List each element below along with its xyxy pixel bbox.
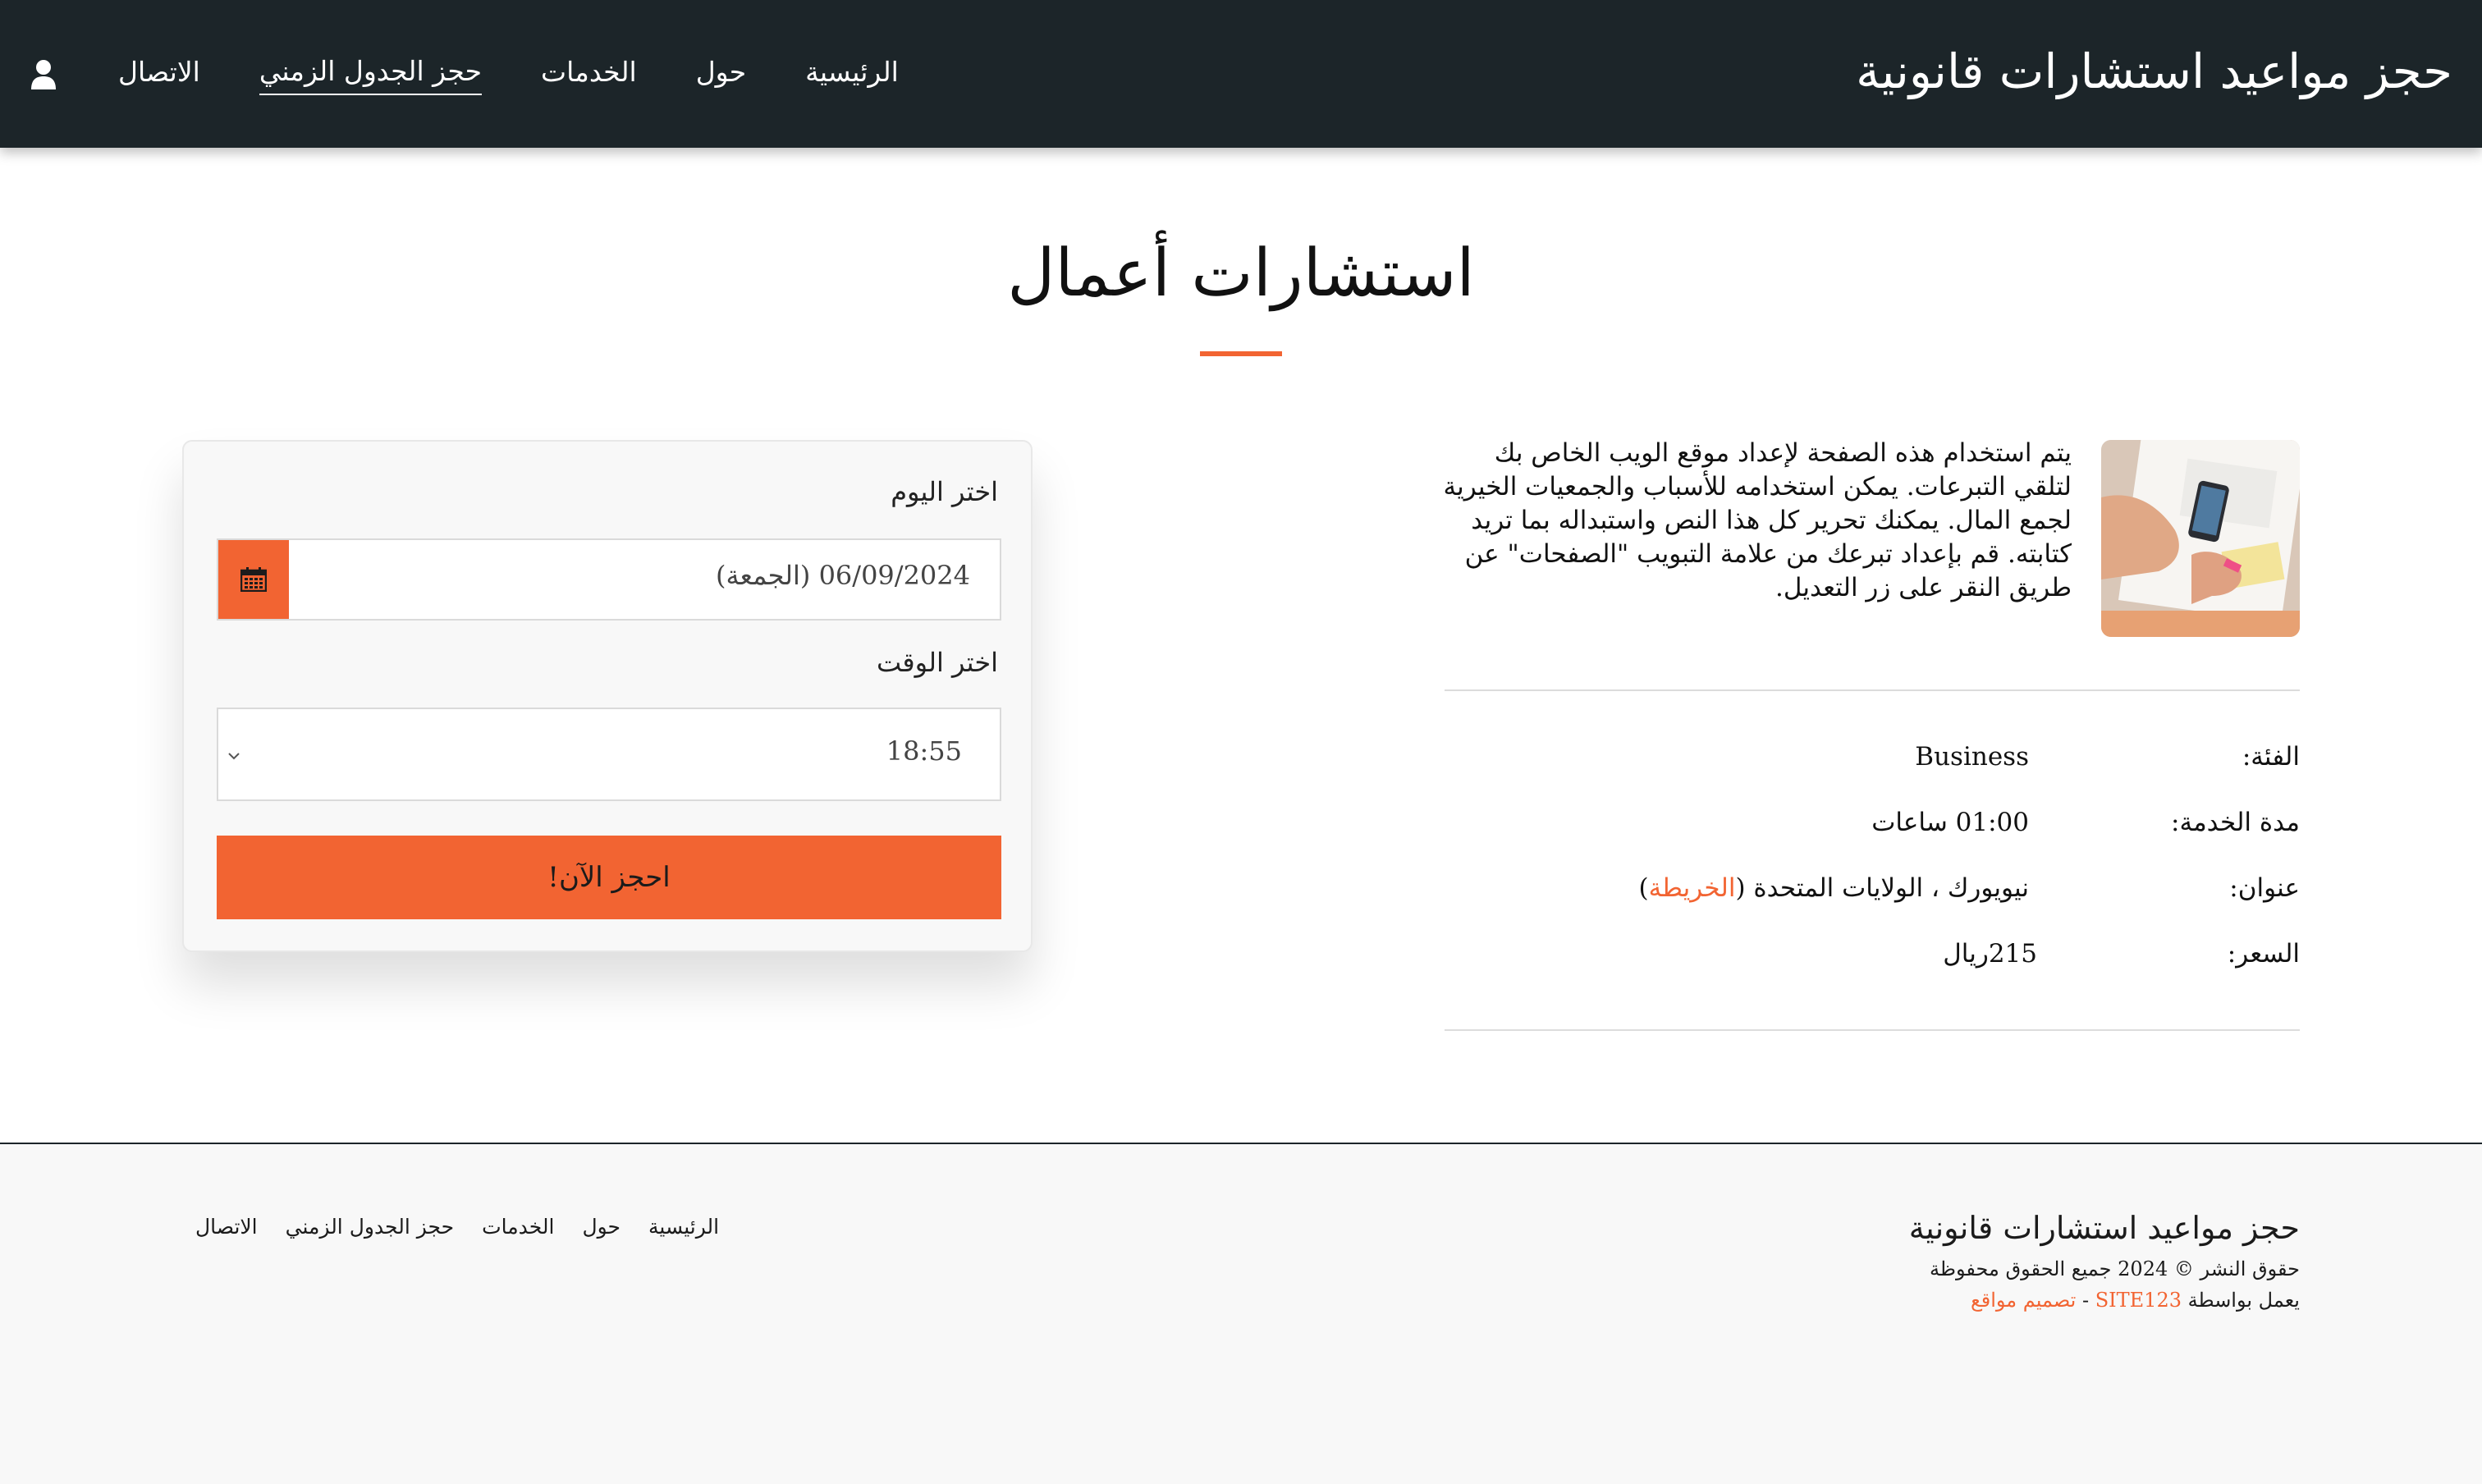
powered-prefix: يعمل بواسطة [2187,1289,2300,1312]
nav-contact[interactable]: الاتصال [118,56,200,94]
site123-link[interactable]: SITE123 [2095,1289,2182,1312]
day-label: اختر اليوم [891,476,998,507]
address-text: نيويورك ، الولايات المتحدة ( [1735,873,2029,903]
address-label: عنوان: [2229,873,2300,903]
time-value: 18:55 [886,735,962,767]
footer: حجز مواعيد استشارات قانونية حقوق النشر ©… [0,1143,2482,1484]
address-value: نيويورك ، الولايات المتحدة (الخريطة) [1638,873,2029,903]
service-image [2101,440,2300,637]
page-title: استشارات أعمال [1007,235,1475,311]
duration-value: 01:00 ساعات [1871,808,2029,837]
calendar-icon [240,567,267,592]
date-picker-field[interactable]: 06/09/2024 (الجمعة) [217,538,1001,621]
main-nav: الاتصال حجز الجدول الزمني الخدمات حول ال… [30,46,899,103]
book-now-button[interactable]: احجز الآن! [217,836,1001,919]
nav-booking-schedule[interactable]: حجز الجدول الزمني [259,55,483,95]
footer-nav-about[interactable]: حول [582,1215,620,1239]
footer-nav-contact[interactable]: الاتصال [195,1215,258,1239]
duration-label: مدة الخدمة: [2171,808,2300,837]
divider-top [1445,689,2300,691]
footer-powered-by: يعمل بواسطة SITE123 - تصميم مواقع [1971,1289,2300,1312]
price-value: 215ريال [1943,939,2037,969]
divider-bottom [1445,1029,2300,1031]
footer-nav-booking-schedule[interactable]: حجز الجدول الزمني [286,1215,454,1239]
calendar-button[interactable] [218,540,289,619]
address-close: ) [1638,873,1649,903]
user-icon[interactable] [30,58,57,91]
footer-copyright: حقوق النشر © 2024 جميع الحقوق محفوظة [1930,1257,2300,1280]
time-label: اختر الوقت [876,647,998,678]
date-value: 06/09/2024 (الجمعة) [716,560,970,591]
nav-about[interactable]: حول [696,56,746,94]
chevron-down-icon [228,753,240,760]
category-label: الفئة: [2242,742,2300,772]
powered-separator: - [2076,1289,2095,1312]
map-link[interactable]: الخريطة [1649,873,1736,903]
footer-brand[interactable]: حجز مواعيد استشارات قانونية [1909,1210,2300,1246]
price-label: السعر: [2227,939,2300,969]
footer-nav-home[interactable]: الرئيسية [648,1215,719,1239]
nav-services[interactable]: الخدمات [541,56,637,94]
top-navbar: حجز مواعيد استشارات قانونية الاتصال حجز … [0,0,2482,148]
site-brand[interactable]: حجز مواعيد استشارات قانونية [1856,34,2452,108]
booking-card: اختر اليوم 06/09/2024 (الجمعة) اختر الوق… [182,440,1033,952]
footer-nav: الاتصال حجز الجدول الزمني الخدمات حول ال… [195,1215,719,1239]
time-select[interactable]: 18:55 [217,708,1001,801]
title-divider [1200,351,1282,356]
nav-home[interactable]: الرئيسية [805,56,899,94]
category-value: Business [1915,742,2029,772]
footer-nav-services[interactable]: الخدمات [482,1215,554,1239]
service-description: يتم استخدام هذه الصفحة لإعداد موقع الويب… [1443,438,2072,602]
design-link[interactable]: تصميم مواقع [1971,1289,2076,1312]
